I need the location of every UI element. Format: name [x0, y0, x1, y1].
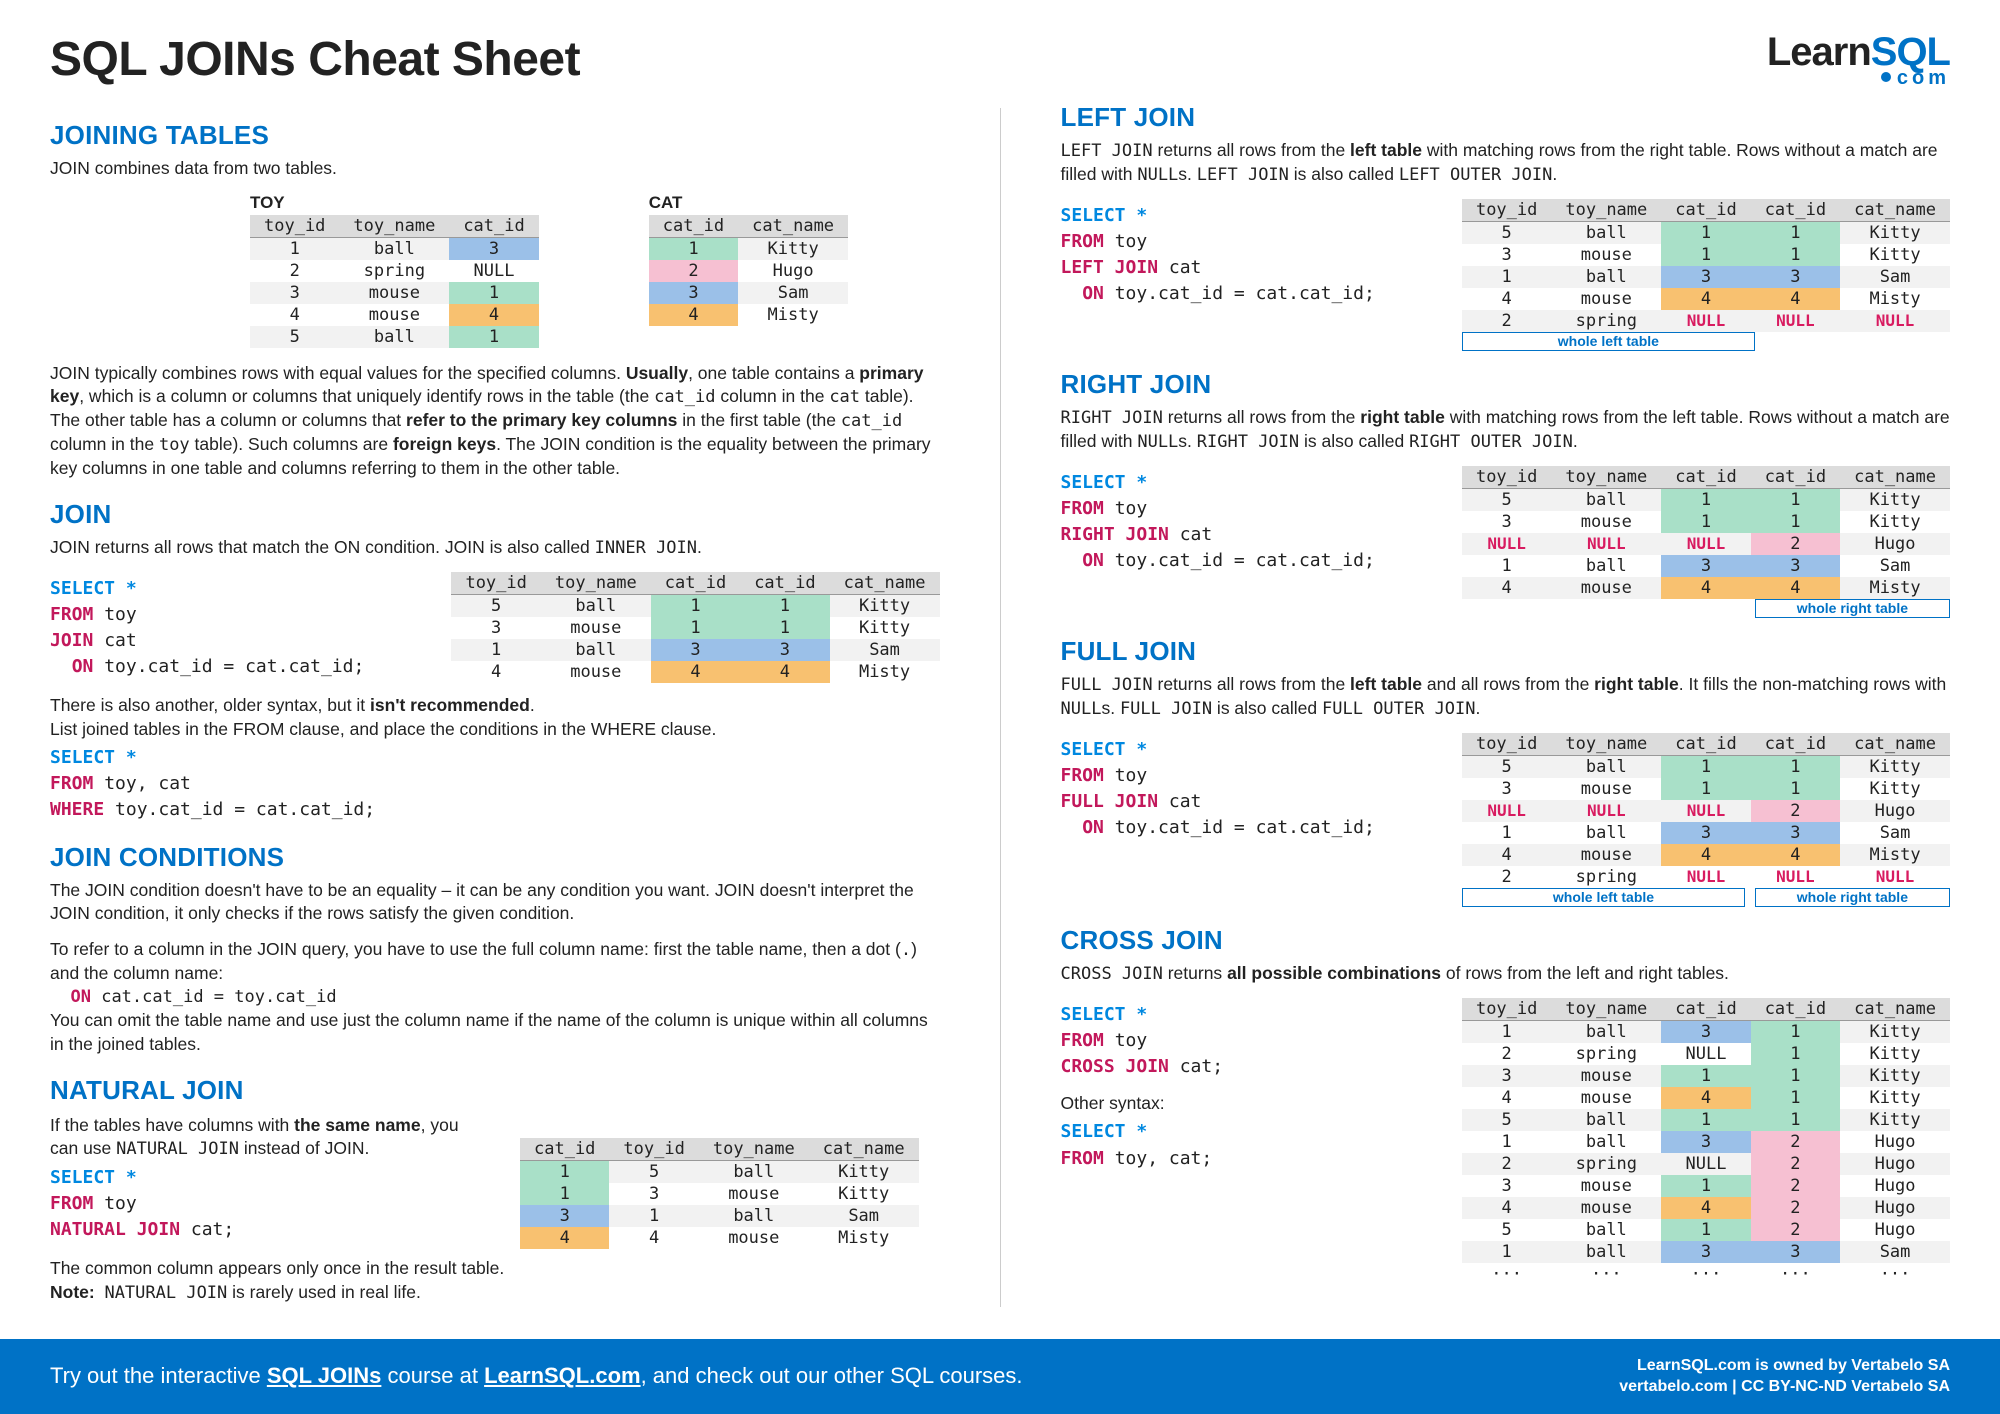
- join-note: There is also another, older syntax, but…: [50, 694, 940, 741]
- footer-right: LearnSQL.com is owned by Vertabelo SA ve…: [1619, 1355, 1950, 1398]
- join-intro: JOIN returns all rows that match the ON …: [50, 536, 940, 560]
- heading-left-join: LEFT JOIN: [1061, 102, 1951, 133]
- natural-join-code: SELECT * FROM toy NATURAL JOIN cat;: [50, 1165, 480, 1243]
- heading-cross-join: CROSS JOIN: [1061, 925, 1951, 956]
- toy-th: cat_id: [449, 215, 538, 238]
- join-code-old: SELECT * FROM toy, cat WHERE toy.cat_id …: [50, 745, 940, 823]
- join-conditions-p1: The JOIN condition doesn't have to be an…: [50, 879, 940, 926]
- right-join-table: toy_idtoy_namecat_idcat_idcat_name 5ball…: [1462, 466, 1950, 599]
- logo-dot-icon: [1881, 72, 1891, 82]
- joining-tables-intro: JOIN combines data from two tables.: [50, 157, 940, 181]
- logo-com: com: [1897, 67, 1950, 89]
- join-result-table: toy_idtoy_namecat_idcat_idcat_name 5ball…: [451, 572, 939, 683]
- full-join-table: toy_idtoy_namecat_idcat_idcat_name 5ball…: [1462, 733, 1950, 888]
- cross-join-intro: CROSS JOIN returns all possible combinat…: [1061, 962, 1951, 986]
- full-join-intro: FULL JOIN returns all rows from the left…: [1061, 673, 1951, 721]
- page-title: SQL JOINs Cheat Sheet: [50, 32, 580, 87]
- logo-learn: Learn: [1767, 30, 1871, 74]
- cross-join-code: SELECT * FROM toy CROSS JOIN cat;: [1061, 1002, 1224, 1080]
- whole-right-label: whole right table: [1756, 599, 1949, 616]
- heading-join: JOIN: [50, 499, 940, 530]
- natural-join-p1: If the tables have columns with the same…: [50, 1114, 480, 1162]
- cross-join-other: Other syntax:: [1061, 1092, 1224, 1116]
- natural-join-table: cat_idtoy_idtoy_namecat_name 15ballKitty…: [520, 1138, 919, 1249]
- cat-table: cat_id cat_name 1Kitty 2Hugo 3Sam 4Misty: [649, 215, 848, 326]
- heading-right-join: RIGHT JOIN: [1061, 369, 1951, 400]
- toy-table: toy_id toy_name cat_id 1ball3 2springNUL…: [250, 215, 539, 348]
- heading-joining-tables: JOINING TABLES: [50, 120, 940, 151]
- join-conditions-p2: To refer to a column in the JOIN query, …: [50, 938, 940, 1057]
- footer-link-joins[interactable]: SQL JOINs: [267, 1363, 382, 1388]
- full-whole-left: whole left table: [1463, 888, 1744, 905]
- cat-table-label: CAT: [649, 193, 848, 213]
- left-join-code: SELECT * FROM toy LEFT JOIN cat ON toy.c…: [1061, 203, 1375, 307]
- full-whole-right: whole right table: [1756, 888, 1949, 905]
- right-join-intro: RIGHT JOIN returns all rows from the rig…: [1061, 406, 1951, 454]
- footer: Try out the interactive SQL JOINs course…: [0, 1339, 2000, 1414]
- cat-th: cat_id: [649, 215, 738, 238]
- toy-th: toy_id: [250, 215, 339, 238]
- join-code: SELECT * FROM toy JOIN cat ON toy.cat_id…: [50, 576, 364, 680]
- whole-left-label: whole left table: [1463, 332, 1754, 349]
- brand-logo: LearnSQL com: [1767, 32, 1950, 88]
- heading-natural-join: NATURAL JOIN: [50, 1075, 940, 1106]
- toy-table-label: TOY: [250, 193, 539, 213]
- right-join-code: SELECT * FROM toy RIGHT JOIN cat ON toy.…: [1061, 470, 1375, 574]
- heading-join-conditions: JOIN CONDITIONS: [50, 842, 940, 873]
- heading-full-join: FULL JOIN: [1061, 636, 1951, 667]
- footer-link-learnsql[interactable]: LearnSQL.com: [484, 1363, 640, 1388]
- cross-join-code2: SELECT * FROM toy, cat;: [1061, 1119, 1224, 1171]
- natural-join-note: The common column appears only once in t…: [50, 1257, 940, 1305]
- full-join-code: SELECT * FROM toy FULL JOIN cat ON toy.c…: [1061, 737, 1375, 841]
- cross-join-table: toy_idtoy_namecat_idcat_idcat_name 1ball…: [1462, 998, 1950, 1285]
- left-join-intro: LEFT JOIN returns all rows from the left…: [1061, 139, 1951, 187]
- joining-tables-explain: JOIN typically combines rows with equal …: [50, 362, 940, 481]
- footer-left: Try out the interactive SQL JOINs course…: [50, 1363, 1023, 1389]
- toy-th: toy_name: [339, 215, 449, 238]
- left-join-table: toy_idtoy_namecat_idcat_idcat_name 5ball…: [1462, 199, 1950, 332]
- cat-th: cat_name: [738, 215, 848, 238]
